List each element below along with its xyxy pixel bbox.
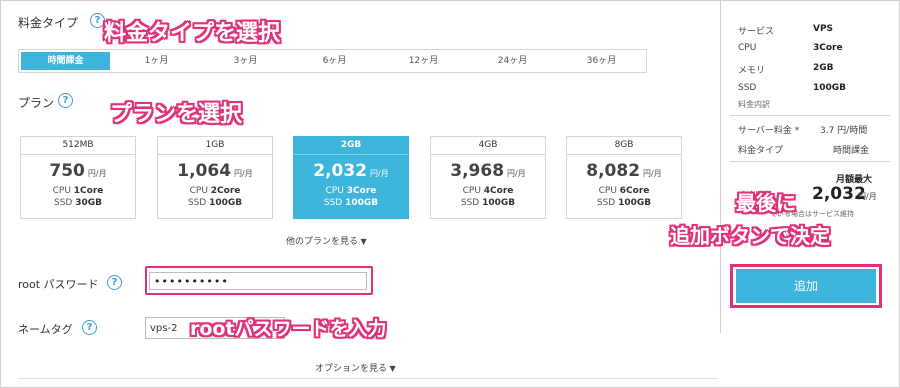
password-annotation: rootパスワードを入力 xyxy=(190,318,387,340)
tab-6-month[interactable]: 6ヶ月 xyxy=(290,50,379,72)
plan-label: プラン xyxy=(18,96,55,110)
service-label: サービス xyxy=(738,27,775,37)
plan-name: 4GB xyxy=(431,137,545,155)
memory-value: 2GB xyxy=(813,63,834,73)
plan-price-unit: 円/月 xyxy=(234,169,253,178)
fee-type-annotation: 料金タイプを選択 xyxy=(104,21,281,46)
name-tag-label: ネームタグ xyxy=(18,323,73,336)
plan-price: 3,968 xyxy=(450,161,505,181)
root-password-label: root パスワード xyxy=(18,278,99,291)
plan-card-8gb[interactable]: 8GB 8,082 円/月 CPU 6Core SSD 100GB xyxy=(566,136,682,219)
ssd-label: SSD xyxy=(596,198,616,208)
tab-hourly[interactable]: 時間課金 xyxy=(21,52,110,70)
ssd-value: 100GB xyxy=(209,198,243,208)
options-link[interactable]: オプションを見る ▼ xyxy=(315,361,396,374)
breakdown-label: 料金内訳 xyxy=(738,100,770,109)
root-password-input[interactable]: •••••••••• xyxy=(149,272,367,290)
help-icon[interactable]: ? xyxy=(90,13,105,28)
cpu-label: CPU xyxy=(52,186,71,196)
plan-card-512mb[interactable]: 512MB 750 円/月 CPU 1Core SSD 30GB xyxy=(20,136,136,219)
chevron-down-icon: ▼ xyxy=(358,237,367,246)
finish-annotation-line1: 最後に xyxy=(736,191,796,215)
plan-name: 512MB xyxy=(21,137,135,155)
cpu-label: CPU xyxy=(325,186,344,196)
cpu-value: 1Core xyxy=(73,186,104,196)
finish-annotation-line2: 追加ボタンで決定 xyxy=(670,224,830,248)
fee-type-value: 時間課金 xyxy=(833,146,870,156)
more-plans-label: 他のプランを見る xyxy=(286,237,359,247)
divider xyxy=(730,115,890,116)
tab-24-month[interactable]: 24ヶ月 xyxy=(468,50,557,72)
ssd-label: SSD xyxy=(323,198,343,208)
plan-price-unit: 円/月 xyxy=(370,169,389,178)
fee-type-label: 料金タイプ xyxy=(18,16,79,30)
server-fee-value: 3.7 円/時間 xyxy=(820,126,868,136)
options-label: オプションを見る xyxy=(315,364,388,374)
plan-price-unit: 円/月 xyxy=(643,169,662,178)
cpu-label: CPU xyxy=(738,43,757,53)
total-unit: 円/月 xyxy=(858,192,877,201)
plan-price: 2,032 xyxy=(313,161,368,181)
help-icon[interactable]: ? xyxy=(58,93,73,108)
tab-36-month[interactable]: 36ヶ月 xyxy=(557,50,646,72)
server-fee-label: サーバー料金 * xyxy=(738,126,800,136)
tab-12-month[interactable]: 12ヶ月 xyxy=(379,50,468,72)
plan-price: 8,082 xyxy=(586,161,641,181)
cpu-label: CPU xyxy=(189,186,208,196)
tab-1-month[interactable]: 1ヶ月 xyxy=(112,50,201,72)
cpu-value: 3Core xyxy=(346,186,377,196)
service-value: VPS xyxy=(813,24,834,34)
ssd-label: SSD xyxy=(53,198,73,208)
plan-annotation: プランを選択 xyxy=(110,102,243,127)
cpu-label: CPU xyxy=(598,186,617,196)
plan-name: 2GB xyxy=(294,137,408,155)
cpu-value: 2Core xyxy=(210,186,241,196)
ssd-value: 100GB xyxy=(345,198,379,208)
ssd-value: 100GB xyxy=(813,83,847,93)
memory-label: メモリ xyxy=(738,66,766,76)
ssd-value: 30GB xyxy=(75,198,102,208)
plan-price: 750 xyxy=(49,161,85,181)
cpu-label: CPU xyxy=(462,186,481,196)
cpu-value: 6Core xyxy=(619,186,650,196)
plan-price-unit: 円/月 xyxy=(507,169,526,178)
plan-card-4gb[interactable]: 4GB 3,968 円/月 CPU 4Core SSD 100GB xyxy=(430,136,546,219)
tab-3-month[interactable]: 3ヶ月 xyxy=(201,50,290,72)
ssd-value: 100GB xyxy=(618,198,652,208)
chevron-down-icon: ▼ xyxy=(387,364,396,373)
divider xyxy=(18,378,718,379)
more-plans-link[interactable]: 他のプランを見る ▼ xyxy=(286,234,367,247)
plan-price: 1,064 xyxy=(177,161,232,181)
cpu-value: 4Core xyxy=(483,186,514,196)
plan-name: 8GB xyxy=(567,137,681,155)
plan-price-unit: 円/月 xyxy=(87,169,107,178)
ssd-label: SSD xyxy=(187,198,207,208)
divider xyxy=(730,161,890,162)
help-icon[interactable]: ? xyxy=(82,320,97,335)
ssd-label: SSD xyxy=(460,198,480,208)
ssd-label: SSD xyxy=(738,83,757,93)
plan-name: 1GB xyxy=(158,137,272,155)
fee-type-tabs: 時間課金 1ヶ月 3ヶ月 6ヶ月 12ヶ月 24ヶ月 36ヶ月 xyxy=(18,49,647,73)
fee-type-label: 料金タイプ xyxy=(738,146,784,156)
plan-card-1gb[interactable]: 1GB 1,064 円/月 CPU 2Core SSD 100GB xyxy=(157,136,273,219)
cpu-value: 3Core xyxy=(813,43,843,53)
plan-card-2gb[interactable]: 2GB 2,032 円/月 CPU 3Core SSD 100GB xyxy=(293,136,409,219)
help-icon[interactable]: ? xyxy=(107,275,122,290)
add-button[interactable]: 追加 xyxy=(736,269,876,303)
ssd-value: 100GB xyxy=(482,198,516,208)
